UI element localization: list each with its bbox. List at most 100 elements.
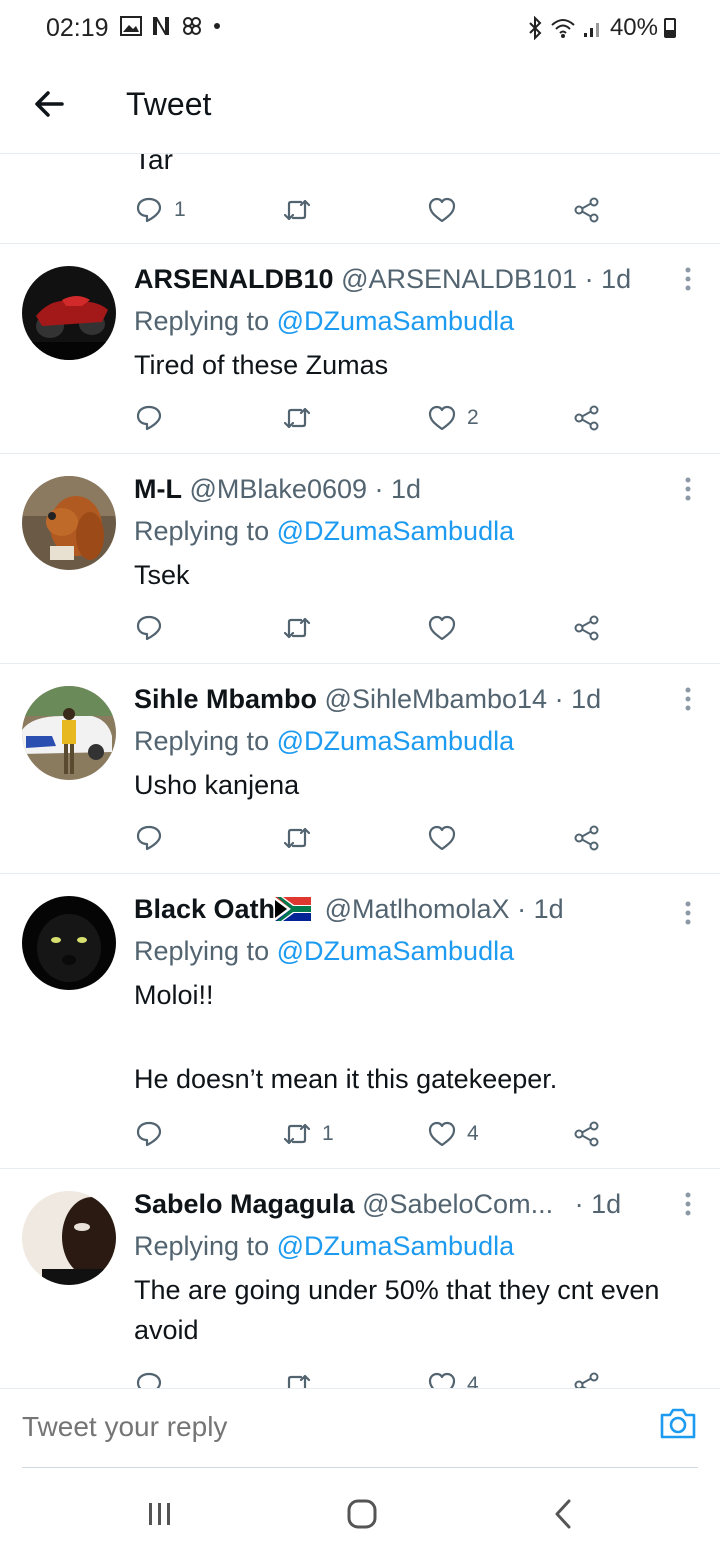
tweet-text: The are going under 50% that they cnt ev…: [134, 1275, 660, 1345]
heart-icon: [428, 197, 456, 223]
system-icons: 40%: [526, 14, 676, 42]
tweet-item[interactable]: Sabelo Magagula @SabeloCom... · 1d Reply…: [0, 1169, 720, 1388]
tweet-text: Tar: [134, 154, 173, 175]
like-button[interactable]: [427, 190, 457, 230]
share-button[interactable]: [572, 190, 602, 230]
tweet-item[interactable]: Sihle Mbambo @SihleMbambo14 · 1d Replyin…: [0, 664, 720, 874]
retweet-button[interactable]: [282, 608, 322, 648]
user-handle[interactable]: @SihleMbambo14: [325, 684, 548, 714]
mention-link[interactable]: @DZumaSambudla: [277, 726, 515, 756]
reply-button[interactable]: [134, 1365, 174, 1388]
avatar[interactable]: [22, 896, 116, 990]
mention-link[interactable]: @DZumaSambudla: [277, 306, 515, 336]
replying-label: Replying to: [134, 516, 277, 546]
user-handle[interactable]: @SabeloCom...: [362, 1189, 553, 1219]
status-bar: 02:19 40%: [0, 0, 720, 58]
avatar[interactable]: [22, 266, 116, 360]
user-handle[interactable]: @ARSENALDB101: [341, 264, 577, 294]
tweet-actions: 1: [0, 190, 720, 230]
status-time: 02:19: [46, 14, 109, 42]
avatar[interactable]: [22, 1191, 116, 1285]
display-name[interactable]: Black Oath: [134, 894, 275, 924]
retweet-button[interactable]: [282, 1365, 322, 1388]
like-button[interactable]: 2: [427, 398, 479, 438]
tweet-time: · 1d: [374, 474, 422, 504]
reply-icon: [136, 615, 162, 641]
mention-link[interactable]: @DZumaSambudla: [277, 936, 515, 966]
share-icon: [574, 615, 599, 641]
netflix-icon: [153, 17, 169, 35]
battery-icon: [664, 18, 676, 38]
retweet-button[interactable]: [282, 818, 322, 858]
mention-link[interactable]: @DZumaSambudla: [277, 516, 515, 546]
dot-icon: [214, 23, 220, 29]
user-handle[interactable]: @MatlhomolaX: [325, 894, 510, 924]
partial-tweet[interactable]: Tar 1: [0, 154, 720, 244]
bluetooth-icon: [529, 16, 542, 40]
reply-composer: [0, 1388, 720, 1468]
like-button[interactable]: [427, 608, 467, 648]
mention-link[interactable]: @DZumaSambudla: [277, 1231, 515, 1261]
share-button[interactable]: [572, 608, 602, 648]
tweet-text: Moloi!!: [134, 980, 214, 1010]
more-options-icon[interactable]: [684, 266, 692, 292]
reply-button[interactable]: [134, 818, 174, 858]
heart-icon: [428, 1372, 456, 1388]
tweet-header: M-L @MBlake0609 · 1d: [134, 474, 421, 505]
reply-button[interactable]: 1: [134, 190, 186, 230]
reply-input[interactable]: [22, 1411, 582, 1443]
panther-avatar-image: [22, 896, 116, 990]
display-name[interactable]: M-L: [134, 474, 182, 504]
retweet-icon: [283, 827, 311, 849]
user-handle[interactable]: @MBlake0609: [190, 474, 368, 504]
display-name[interactable]: Sabelo Magagula: [134, 1189, 355, 1219]
retweet-button[interactable]: [282, 398, 322, 438]
avatar[interactable]: [22, 686, 116, 780]
share-button[interactable]: [572, 1114, 602, 1154]
page-title: Tweet: [126, 86, 212, 122]
reply-icon: [136, 825, 162, 851]
more-options-icon[interactable]: [684, 476, 692, 502]
south-africa-flag-icon: [275, 897, 312, 921]
man-selfie-avatar-image: [22, 1191, 116, 1285]
retweet-button[interactable]: [282, 190, 312, 230]
more-options-icon[interactable]: [684, 900, 692, 926]
more-options-icon[interactable]: [684, 686, 692, 712]
tweet-actions: [0, 608, 720, 648]
reply-icon: [136, 1372, 162, 1388]
like-button[interactable]: 4: [427, 1365, 479, 1388]
reply-button[interactable]: [134, 608, 174, 648]
share-button[interactable]: [572, 818, 602, 858]
reply-feed[interactable]: Tar 1 ARSENALDB10 @ARSENALDB101 · 1d Rep…: [0, 154, 720, 1388]
dog-avatar-image: [22, 476, 116, 570]
home-icon[interactable]: [342, 1494, 382, 1534]
tweet-time: · 1d: [584, 264, 632, 294]
reply-button[interactable]: [134, 1114, 174, 1154]
replying-to: Replying to @DZumaSambudla: [134, 306, 514, 337]
reply-button[interactable]: [134, 398, 174, 438]
tweet-time: · 1d: [517, 894, 564, 924]
share-icon: [574, 405, 599, 431]
heart-icon: [428, 615, 456, 641]
share-button[interactable]: [572, 1365, 602, 1388]
like-button[interactable]: [427, 818, 467, 858]
more-options-icon[interactable]: [684, 1191, 692, 1217]
tweet-item[interactable]: M-L @MBlake0609 · 1d Replying to @DZumaS…: [0, 454, 720, 664]
tweet-header: Sabelo Magagula @SabeloCom... · 1d: [134, 1189, 621, 1220]
display-name[interactable]: Sihle Mbambo: [134, 684, 317, 714]
replying-to: Replying to @DZumaSambudla: [134, 1231, 514, 1262]
tweet-item[interactable]: ARSENALDB10 @ARSENALDB101 · 1d Replying …: [0, 244, 720, 454]
retweet-button[interactable]: 1: [282, 1114, 334, 1154]
tweet-text: Tired of these Zumas: [134, 350, 389, 380]
avatar[interactable]: [22, 476, 116, 570]
display-name[interactable]: ARSENALDB10: [134, 264, 334, 294]
back-nav-icon[interactable]: [544, 1494, 584, 1534]
tweet-item[interactable]: Black Oath @MatlhomolaX · 1d Replying to…: [0, 874, 720, 1169]
camera-icon[interactable]: [658, 1403, 698, 1443]
replying-label: Replying to: [134, 306, 277, 336]
motorcycle-avatar-image: [22, 266, 116, 360]
share-button[interactable]: [572, 398, 602, 438]
recent-apps-icon[interactable]: [140, 1494, 180, 1534]
like-button[interactable]: 4: [427, 1114, 479, 1154]
back-arrow-icon[interactable]: [30, 84, 70, 124]
